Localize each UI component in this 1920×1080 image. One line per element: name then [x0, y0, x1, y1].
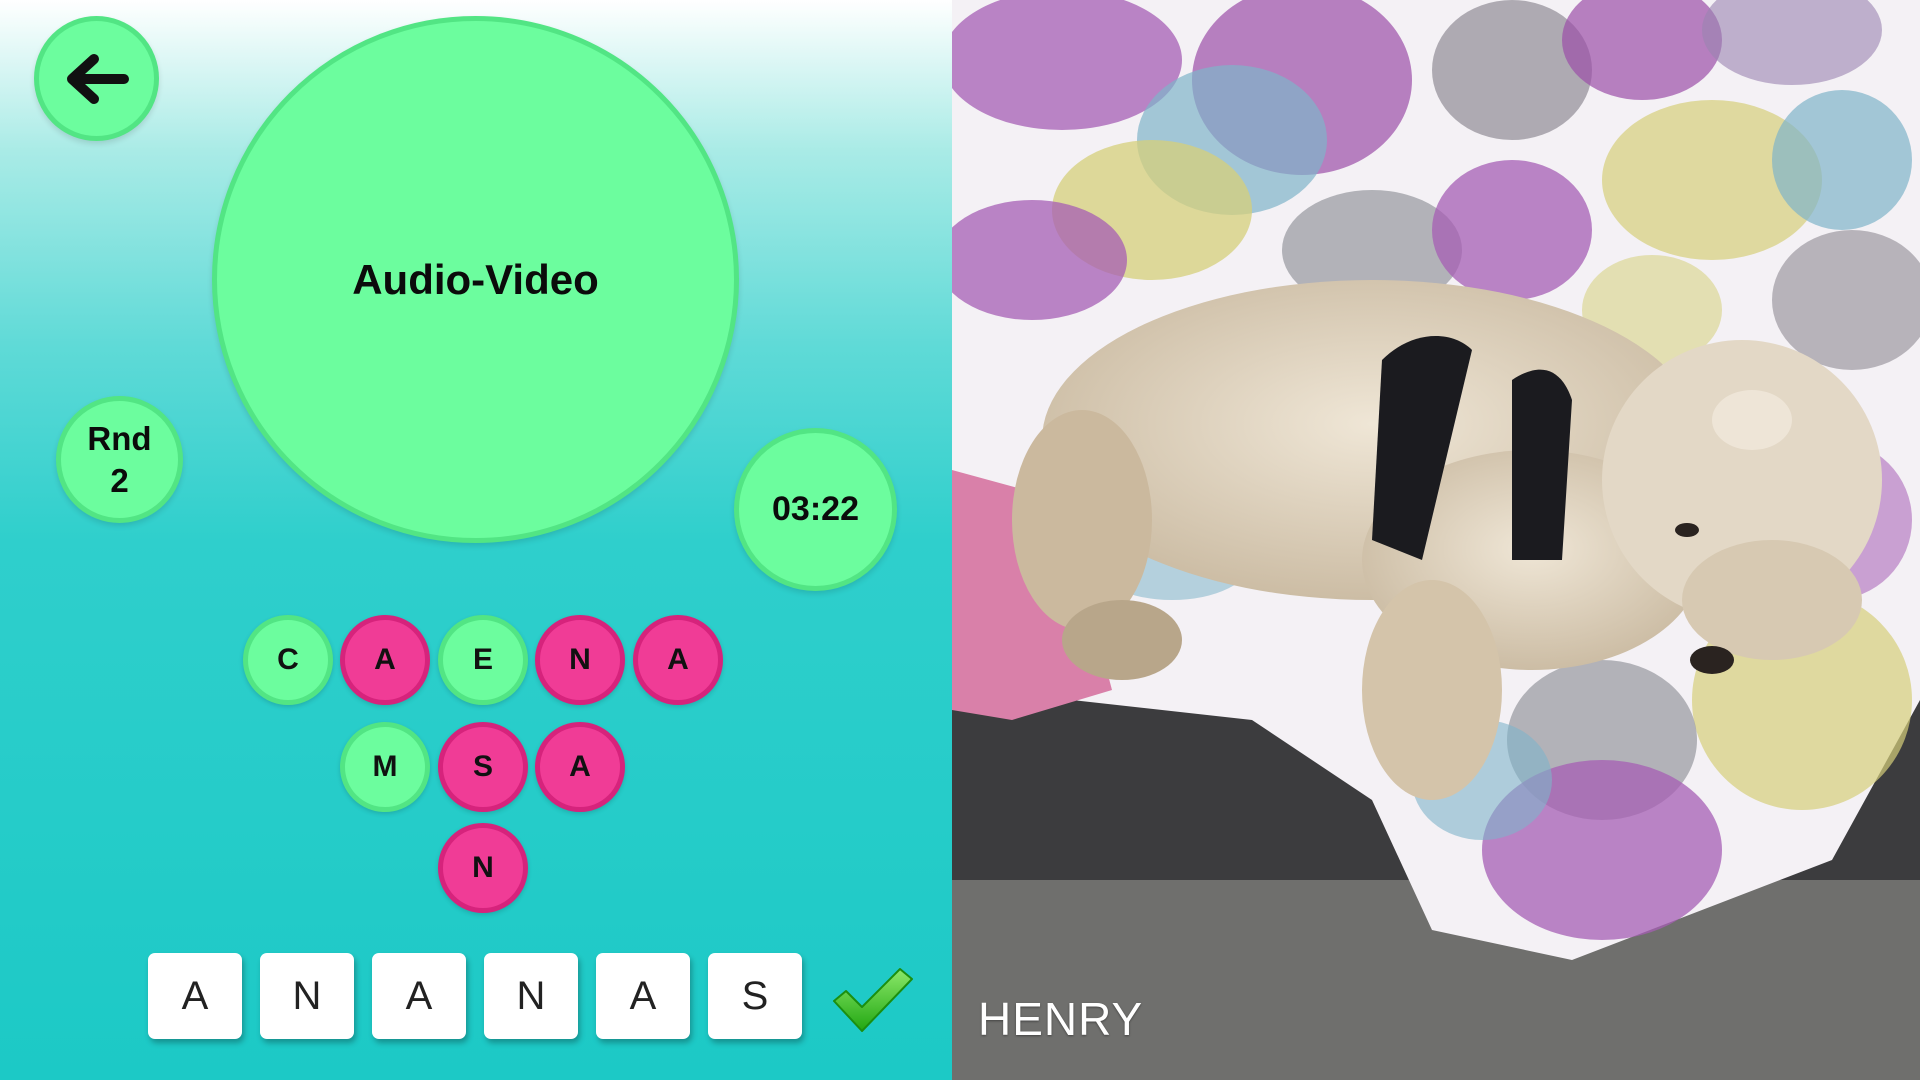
letter-bubble[interactable]: C — [243, 615, 333, 705]
letter-bubble[interactable]: A — [633, 615, 723, 705]
game-panel: Audio-Video Rnd 2 03:22 C A E N A M S A … — [0, 0, 952, 1080]
arrow-left-icon — [66, 53, 129, 104]
answer-tile[interactable]: N — [260, 953, 354, 1039]
letter-bubble[interactable]: M — [340, 722, 430, 812]
answer-tile[interactable]: N — [484, 953, 578, 1039]
round-indicator: Rnd 2 — [56, 396, 183, 523]
checkmark-icon[interactable] — [830, 965, 914, 1035]
letter-bubble[interactable]: A — [535, 722, 625, 812]
category-label: Audio-Video — [352, 255, 599, 303]
letter-bubble[interactable]: E — [438, 615, 528, 705]
answer-tile[interactable]: A — [148, 953, 242, 1039]
letter-bubble[interactable]: N — [438, 823, 528, 913]
round-number: 2 — [110, 461, 129, 499]
letter-bubble[interactable]: N — [535, 615, 625, 705]
back-button[interactable] — [34, 16, 159, 141]
timer-value: 03:22 — [772, 490, 859, 528]
letter-bubble[interactable]: S — [438, 722, 528, 812]
countdown-timer: 03:22 — [734, 428, 897, 591]
answer-tile[interactable]: A — [372, 953, 466, 1039]
letter-bubble[interactable]: A — [340, 615, 430, 705]
answer-tile[interactable]: A — [596, 953, 690, 1039]
dog-photo — [952, 0, 1920, 1080]
photo-caption: HENRY — [978, 993, 1144, 1045]
category-bubble: Audio-Video — [212, 16, 739, 543]
round-label: Rnd — [87, 420, 152, 458]
photo-panel: HENRY — [952, 0, 1920, 1080]
answer-tile[interactable]: S — [708, 953, 802, 1039]
